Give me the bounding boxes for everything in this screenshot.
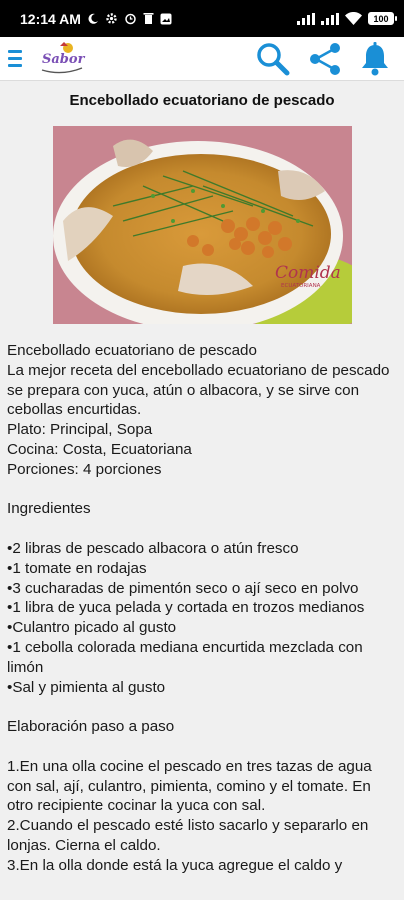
recipe-description: La mejor receta del encebollado ecuatori… [7,361,390,419]
recipe-servings: Porciones: 4 porciones [7,460,162,478]
share-icon[interactable] [308,42,342,76]
menu-icon[interactable] [8,49,28,69]
step-item: 2.Cuando el pescado esté listo sacarlo y… [7,817,369,854]
photo-watermark: Comida [275,263,341,283]
ingredient-item: •Culantro picado al gusto [7,619,177,637]
wifi-icon [345,12,362,25]
photo-watermark-sub: ECUATORIANA [281,283,321,289]
ingredient-item: •1 tomate en rodajas [7,559,147,577]
step-item: 3.En la olla donde está la yuca agregue … [7,856,343,874]
ingredient-item: •1 cebolla colorada mediana encurtida me… [7,638,363,676]
ingredients-heading: Ingredientes [7,500,91,518]
recipe-body: Encebollado ecuatoriano de pescado La me… [7,341,399,876]
ingredient-item: •1 libra de yuca pelada y cortada en tro… [7,599,365,617]
signal-icon [297,12,315,25]
recipe-dish: Plato: Principal, Sopa [7,421,153,439]
status-bar: 12:14 AM 100 [0,0,404,37]
image-icon [160,13,172,24]
ingredient-item: •Sal y pimienta al gusto [7,678,166,696]
battery-icon: 100 [368,12,397,25]
recipe-content[interactable]: Encebollado ecuatoriano de pescado Comid… [0,82,404,900]
app-logo: Sabor [38,40,88,78]
status-time: 12:14 AM [20,10,81,27]
step-item: 1.En una olla cocine el pescado en tres … [7,757,372,815]
recipe-title: Encebollado ecuatoriano de pescado [69,92,335,109]
alarm-icon [125,13,136,25]
recipe-photo: Comida ECUATORIANA [53,126,352,324]
ingredient-item: •2 libras de pescado albacora o atún fre… [7,539,299,557]
moon-icon [88,13,98,24]
app-bar: Sabor [0,37,404,81]
logo-text: Sabor [42,51,85,67]
settings-icon [106,13,117,24]
search-icon[interactable] [256,42,290,76]
steps-heading: Elaboración paso a paso [7,718,175,736]
recipe-name: Encebollado ecuatoriano de pescado [7,342,257,359]
ingredient-item: •3 cucharadas de pimentón seco o ají sec… [7,579,359,597]
trash-icon [143,13,154,24]
bell-icon[interactable] [360,41,390,76]
recipe-cuisine: Cocina: Costa, Ecuatoriana [7,440,192,458]
signal-icon-2 [321,12,339,25]
